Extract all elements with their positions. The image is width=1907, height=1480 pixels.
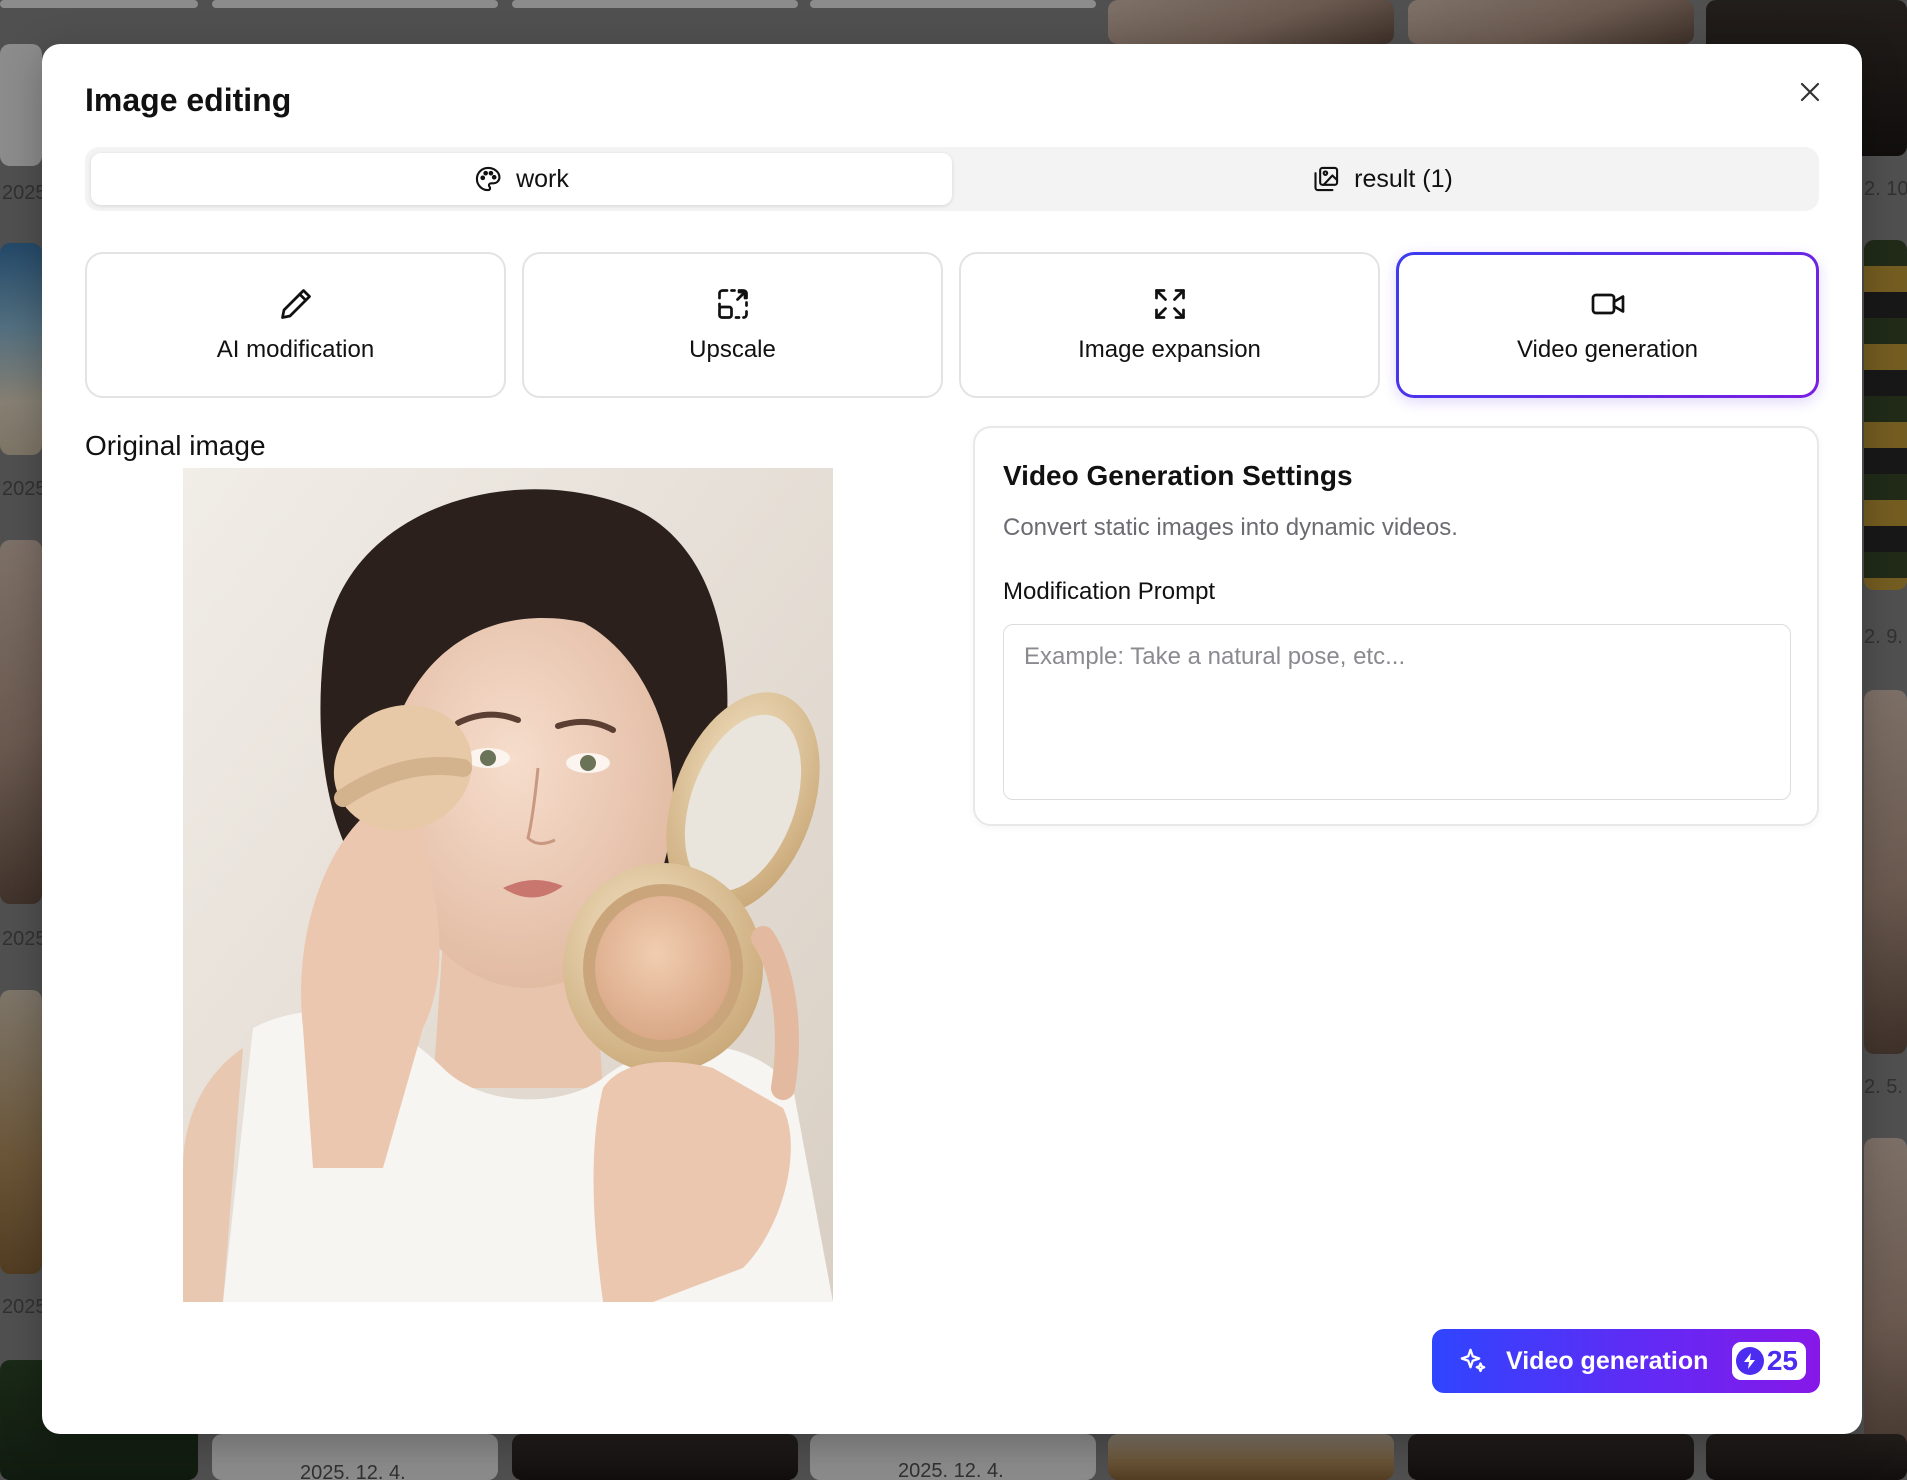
original-image	[183, 468, 833, 1302]
credit-cost-badge: 25	[1731, 1342, 1806, 1380]
video-settings-panel: Video Generation Settings Convert static…	[973, 426, 1819, 826]
tab-bar: work result (1)	[85, 147, 1819, 211]
close-button[interactable]	[1790, 72, 1830, 112]
pencil-icon	[280, 289, 311, 319]
tab-work[interactable]: work	[91, 153, 952, 205]
prompt-input[interactable]	[1003, 624, 1791, 800]
video-generation-button-label: Video generation	[1506, 1346, 1709, 1375]
upscale-icon	[717, 289, 748, 319]
tool-ai-modification-label: AI modification	[216, 336, 375, 363]
prompt-label: Modification Prompt	[1003, 578, 1216, 605]
settings-description: Convert static images into dynamic video…	[1003, 514, 1458, 541]
video-generation-button[interactable]: Video generation 25	[1432, 1329, 1820, 1393]
video-camera-icon	[1591, 293, 1624, 315]
image-editing-modal: Image editing work result (1) AI modific…	[42, 44, 1862, 1434]
lightning-icon	[1735, 1347, 1764, 1375]
settings-title: Video Generation Settings	[1003, 460, 1353, 491]
tool-image-expansion-label: Image expansion	[1078, 336, 1261, 363]
gallery-icon	[1314, 166, 1339, 192]
tab-work-label: work	[516, 164, 569, 193]
close-icon	[1800, 82, 1820, 102]
tab-result-label: result (1)	[1354, 164, 1453, 193]
tool-selector: AI modification Upscale Image expansion …	[85, 252, 1819, 398]
credit-cost: 25	[1766, 1345, 1798, 1376]
tool-video-generation[interactable]: Video generation	[1396, 252, 1819, 398]
tool-upscale-label: Upscale	[689, 336, 776, 363]
sparkle-icon	[1460, 1348, 1486, 1373]
palette-icon	[476, 166, 501, 192]
tab-result[interactable]: result (1)	[952, 153, 1813, 205]
expand-icon	[1154, 289, 1185, 319]
tool-image-expansion[interactable]: Image expansion	[959, 252, 1380, 398]
original-image-label: Original image	[85, 430, 266, 461]
modal-title: Image editing	[85, 82, 292, 118]
tool-upscale[interactable]: Upscale	[522, 252, 943, 398]
portrait-illustration	[183, 468, 833, 1302]
tool-video-generation-label: Video generation	[1516, 336, 1699, 363]
tool-ai-modification[interactable]: AI modification	[85, 252, 506, 398]
